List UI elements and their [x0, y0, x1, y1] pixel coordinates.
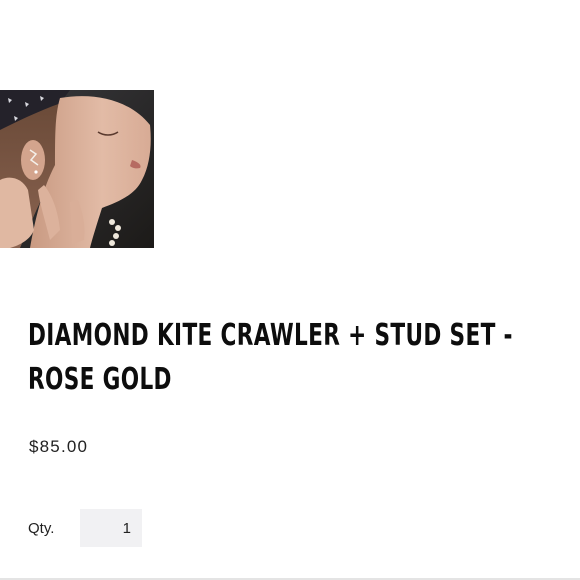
product-title-line-1: DIAMOND KITE CRAWLER + STUD SET - — [28, 318, 513, 353]
product-photo — [0, 90, 154, 248]
product-title: DIAMOND KITE CRAWLER + STUD SET - ROSE G… — [28, 314, 575, 402]
quantity-label: Qty. — [28, 519, 55, 537]
product-image[interactable] — [0, 90, 154, 248]
product-price: $85.00 — [29, 437, 89, 456]
product-page: DIAMOND KITE CRAWLER + STUD SET - ROSE G… — [0, 0, 580, 580]
quantity-row: Qty. — [28, 509, 142, 547]
quantity-input[interactable] — [80, 509, 142, 547]
product-title-line-2: ROSE GOLD — [28, 362, 172, 397]
